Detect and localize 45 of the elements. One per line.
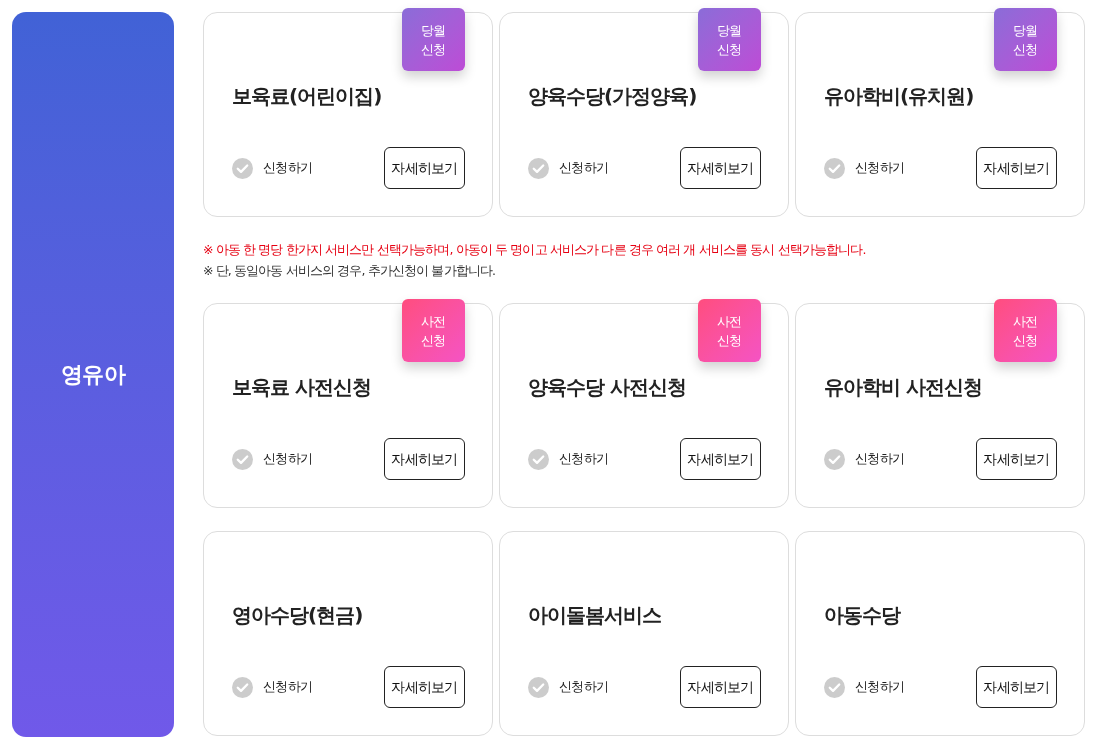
details-button[interactable]: 자세히보기: [384, 147, 465, 189]
apply-checkbox[interactable]: 신청하기: [232, 448, 313, 470]
details-button[interactable]: 자세히보기: [384, 666, 465, 708]
status-badge: 사전 신청: [402, 299, 465, 362]
apply-checkbox[interactable]: 신청하기: [824, 448, 905, 470]
details-button[interactable]: 자세히보기: [680, 438, 761, 480]
apply-checkbox[interactable]: 신청하기: [528, 676, 609, 698]
card-title: 영아수당(현금): [232, 602, 364, 628]
status-badge: 당월 신청: [994, 8, 1057, 71]
check-circle-icon: [528, 157, 549, 179]
notice-text: ※ 아동 한 명당 한가지 서비스만 선택가능하며, 아동이 두 명이고 서비스가 다른 경우 여러 개 서비스를 동시 선택가능합니다.: [203, 241, 867, 259]
card-title: 유아학비 사전신청: [824, 374, 983, 400]
check-circle-icon: [528, 676, 549, 698]
apply-checkbox[interactable]: 신청하기: [528, 448, 609, 470]
card-title: 양육수당 사전신청: [528, 374, 687, 400]
status-badge: 당월 신청: [402, 8, 465, 71]
apply-checkbox[interactable]: 신청하기: [824, 676, 905, 698]
details-button[interactable]: 자세히보기: [976, 438, 1057, 480]
status-badge: 당월 신청: [698, 8, 761, 71]
card-title: 유아학비(유치원): [824, 83, 975, 109]
check-circle-icon: [528, 448, 549, 470]
details-button[interactable]: 자세히보기: [384, 438, 465, 480]
apply-checkbox[interactable]: 신청하기: [232, 676, 313, 698]
details-button[interactable]: 자세히보기: [680, 147, 761, 189]
card-title: 양육수당(가정양육): [528, 83, 698, 109]
check-circle-icon: [824, 157, 845, 179]
details-button[interactable]: 자세히보기: [976, 147, 1057, 189]
status-badge: 사전 신청: [994, 299, 1057, 362]
notice-text: ※ 단, 동일아동 서비스의 경우, 추가신청이 불가합니다.: [203, 262, 497, 280]
card-title: 보육료(어린이집): [232, 83, 383, 109]
check-circle-icon: [824, 676, 845, 698]
check-circle-icon: [232, 157, 253, 179]
apply-checkbox[interactable]: 신청하기: [232, 157, 313, 179]
category-label: 영유아: [61, 361, 125, 389]
apply-checkbox[interactable]: 신청하기: [528, 157, 609, 179]
card-title: 아동수당: [824, 602, 902, 628]
card-title: 아이돌봄서비스: [528, 602, 662, 628]
check-circle-icon: [232, 448, 253, 470]
check-circle-icon: [824, 448, 845, 470]
card-title: 보육료 사전신청: [232, 374, 372, 400]
status-badge: 사전 신청: [698, 299, 761, 362]
check-circle-icon: [232, 676, 253, 698]
details-button[interactable]: 자세히보기: [680, 666, 761, 708]
details-button[interactable]: 자세히보기: [976, 666, 1057, 708]
apply-checkbox[interactable]: 신청하기: [824, 157, 905, 179]
